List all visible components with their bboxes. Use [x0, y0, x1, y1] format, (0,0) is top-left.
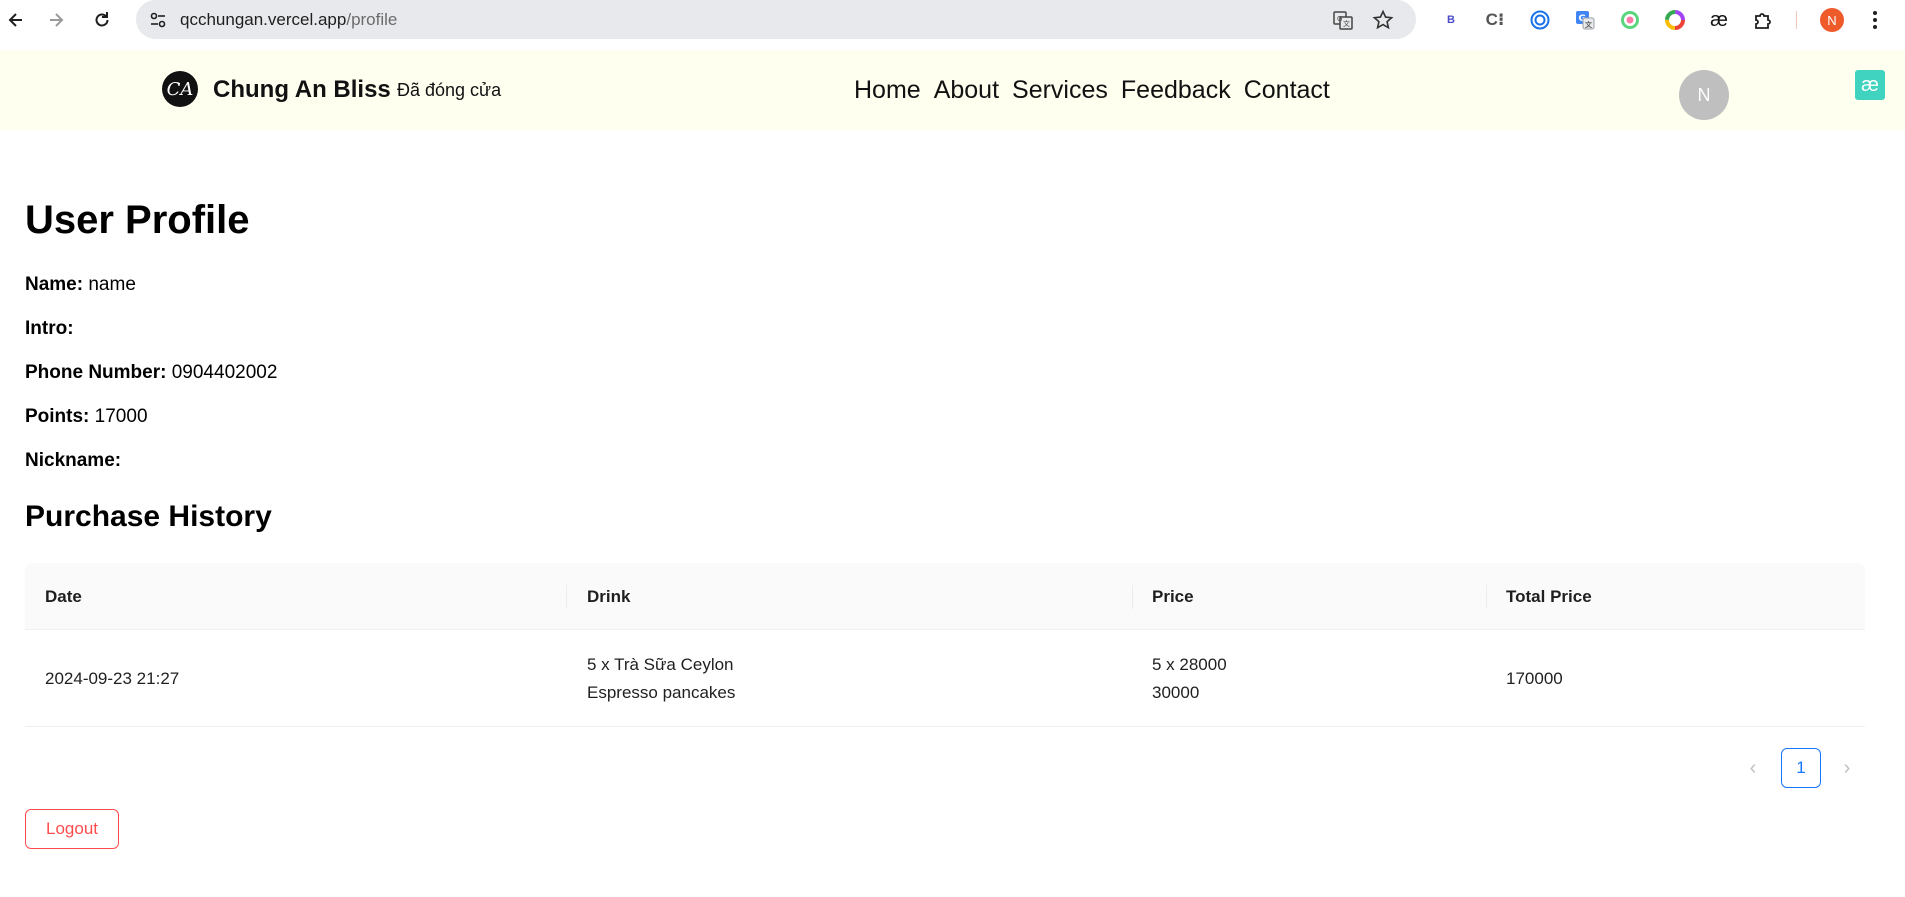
forward-arrow-icon[interactable]: [40, 4, 72, 36]
field-label: Name:: [25, 274, 84, 295]
phone-field: Phone Number: 0904402002: [25, 362, 277, 384]
field-value: 0904402002: [171, 362, 278, 383]
extension-target-icon[interactable]: [1617, 7, 1643, 33]
section-title: Purchase History: [25, 500, 272, 533]
brand-name[interactable]: Chung An Bliss: [213, 76, 391, 104]
pagination: ‹ 1 ›: [1737, 748, 1877, 788]
toolbar-divider: [1796, 11, 1797, 29]
drink-line: Espresso pancakes: [587, 683, 736, 702]
column-separator: [566, 585, 567, 609]
table-row[interactable]: 2024-09-23 21:27 5 x Trà Sữa Ceylon Espr…: [25, 631, 1865, 727]
shop-status: Đã đóng cửa: [397, 80, 502, 100]
cell-date: 2024-09-23 21:27: [45, 669, 180, 688]
next-page-icon[interactable]: ›: [1831, 748, 1863, 788]
address-bar[interactable]: qcchungan.vercel.app/profile G 文: [136, 0, 1416, 39]
field-label: Intro:: [25, 318, 74, 339]
brand-logo-icon[interactable]: CA: [162, 71, 198, 107]
price-line: 5 x 28000: [1152, 655, 1227, 674]
column-header-total-price: Total Price: [1506, 587, 1592, 606]
intro-field: Intro:: [25, 318, 74, 340]
price-line: 30000: [1152, 683, 1200, 702]
nav-about[interactable]: About: [934, 76, 999, 105]
page-title: User Profile: [25, 198, 250, 242]
field-label: Points:: [25, 406, 90, 427]
nav-services[interactable]: Services: [1012, 76, 1108, 105]
name-field: Name: name: [25, 274, 136, 296]
svg-text:文: 文: [1343, 19, 1350, 28]
extension-circle-icon[interactable]: [1527, 7, 1553, 33]
nav-home[interactable]: Home: [854, 76, 921, 105]
extension-b-icon[interactable]: B: [1438, 7, 1464, 33]
browser-profile-avatar[interactable]: N: [1820, 8, 1844, 32]
field-label: Phone Number:: [25, 362, 167, 383]
drink-line: 5 x Trà Sữa Ceylon: [587, 655, 734, 674]
url-host: qcchungan.vercel.app: [180, 10, 347, 29]
ae-badge-icon[interactable]: æ: [1855, 70, 1885, 100]
back-arrow-icon[interactable]: [0, 4, 32, 36]
cell-price: 5 x 28000 30000: [1152, 651, 1227, 707]
svg-text:G: G: [1337, 15, 1342, 23]
browser-toolbar: qcchungan.vercel.app/profile G 文 B C⁝ G文…: [0, 0, 1905, 40]
nav-contact[interactable]: Contact: [1244, 76, 1330, 105]
nav-feedback[interactable]: Feedback: [1121, 76, 1231, 105]
reload-icon[interactable]: [86, 4, 118, 36]
svg-text:文: 文: [1585, 20, 1593, 29]
site-settings-icon[interactable]: [148, 10, 168, 30]
column-header-price: Price: [1152, 587, 1194, 606]
column-header-drink: Drink: [587, 587, 631, 606]
url-text[interactable]: qcchungan.vercel.app/profile: [180, 0, 397, 39]
field-value: 17000: [94, 406, 148, 427]
main-nav: Home About Services Feedback Contact: [854, 76, 1343, 105]
translate-icon[interactable]: G 文: [1332, 9, 1354, 31]
cell-drink: 5 x Trà Sữa Ceylon Espresso pancakes: [587, 651, 735, 707]
logout-button[interactable]: Logout: [25, 809, 119, 849]
page-number-current[interactable]: 1: [1781, 748, 1821, 788]
extension-c-icon[interactable]: C⁝: [1482, 7, 1508, 33]
field-label: Nickname:: [25, 450, 122, 471]
url-path: /profile: [346, 10, 398, 29]
browser-menu-icon[interactable]: [1862, 7, 1888, 33]
column-separator: [1486, 585, 1487, 609]
extension-ae-icon[interactable]: æ: [1706, 7, 1732, 33]
bookmark-star-icon[interactable]: [1372, 9, 1394, 31]
site-header: CA Chung An Bliss Đã đóng cửa Home About…: [0, 50, 1905, 130]
user-avatar[interactable]: N: [1679, 70, 1729, 120]
extension-color-wheel-icon[interactable]: [1662, 7, 1688, 33]
previous-page-icon[interactable]: ‹: [1737, 748, 1769, 788]
column-header-date: Date: [45, 587, 82, 606]
table-header: Date Drink Price Total Price: [25, 563, 1865, 630]
extension-translate-icon[interactable]: G文: [1572, 7, 1598, 33]
points-field: Points: 17000: [25, 406, 148, 428]
cell-total-price: 170000: [1506, 669, 1563, 688]
column-separator: [1132, 585, 1133, 609]
extensions-puzzle-icon[interactable]: [1750, 7, 1776, 33]
field-value: name: [88, 274, 136, 295]
nickname-field: Nickname:: [25, 450, 121, 472]
